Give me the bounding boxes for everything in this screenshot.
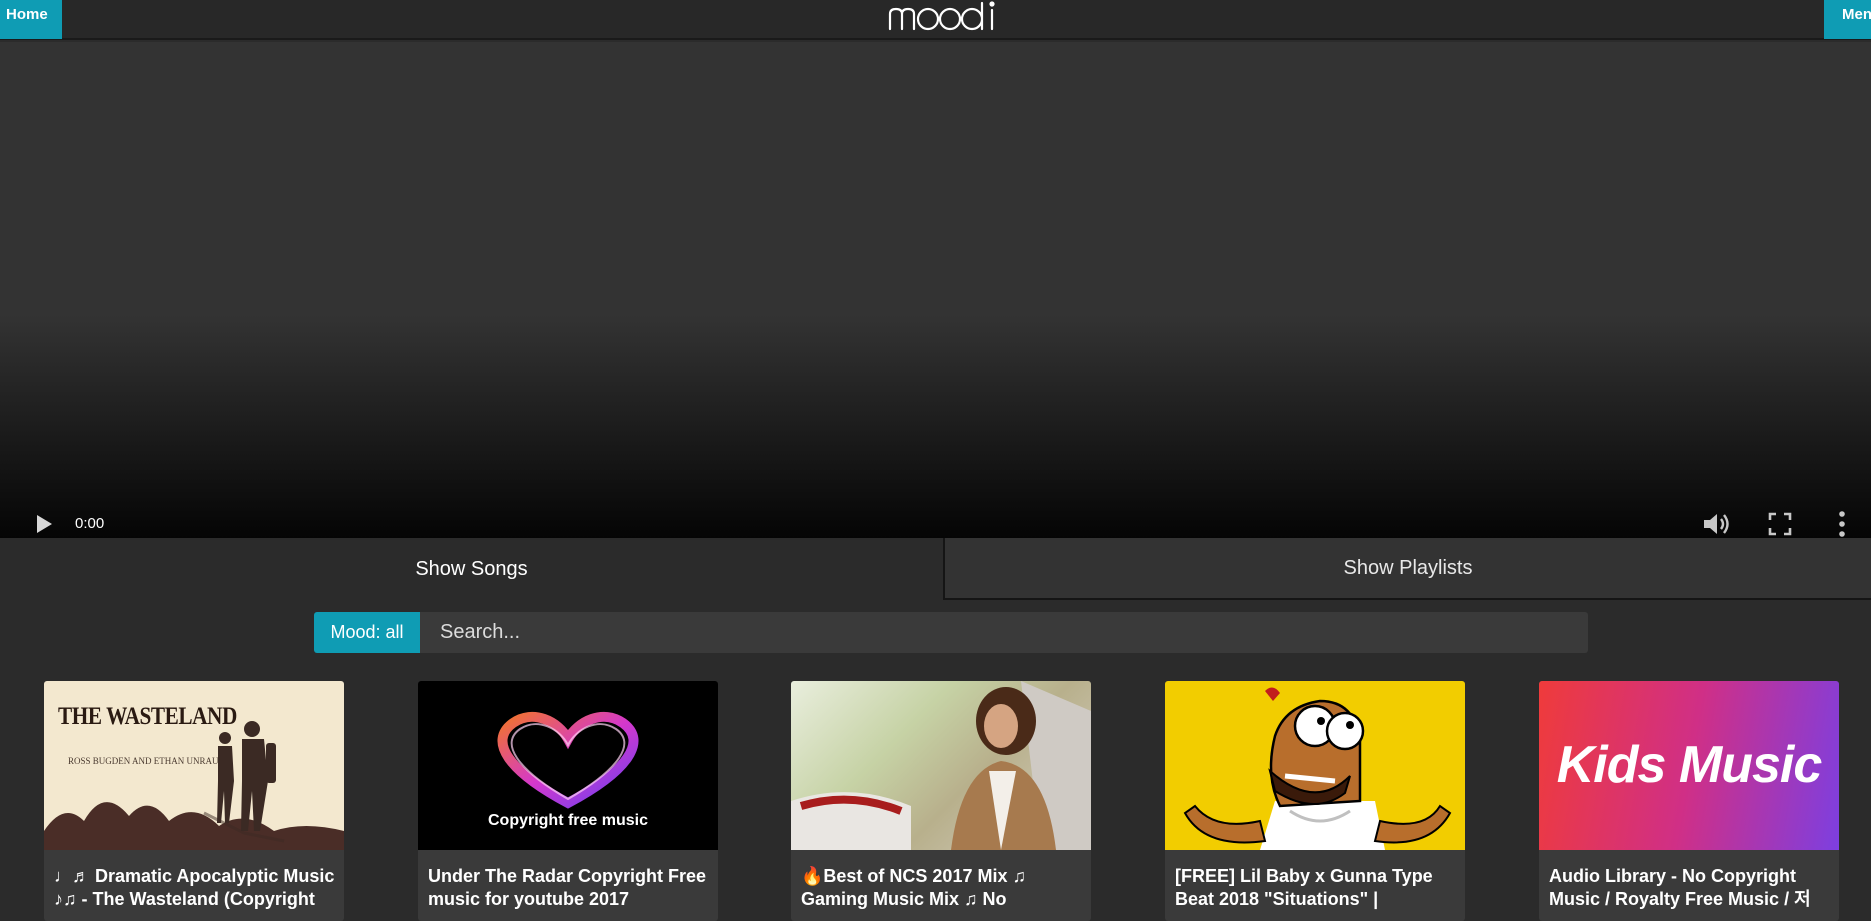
song-title[interactable]: Under The Radar Copyright Free music for… (428, 865, 713, 911)
song-title[interactable]: Audio Library - No Copyright Music / Roy… (1549, 865, 1834, 911)
tab-show-playlists[interactable]: Show Playlists (943, 538, 1871, 600)
video-time: 0:00 (75, 515, 105, 532)
view-tabs: Show Songs Show Playlists (0, 538, 1871, 600)
cartoon-artwork (1183, 687, 1452, 850)
wasteland-artwork (44, 721, 344, 850)
top-bar: Home Menu (0, 0, 1871, 40)
photo-artwork (791, 681, 1091, 850)
play-icon[interactable] (34, 513, 54, 535)
song-title[interactable]: 🔥Best of NCS 2017 Mix ♫ Gaming Music Mix… (801, 865, 1086, 911)
home-button[interactable]: Home (0, 0, 62, 39)
song-thumbnail: Copyright free music (418, 681, 718, 850)
song-title[interactable]: ♩♬ Dramatic Apocalyptic Music ♪♫ - The W… (54, 865, 339, 911)
thumbnail-caption: Copyright free music (487, 812, 649, 829)
song-thumbnail: THE WASTELAND ROSS BUGDEN AND ETHAN UNRA… (44, 681, 344, 850)
search-input[interactable] (420, 612, 1588, 653)
more-options-icon[interactable] (1838, 510, 1846, 538)
song-card[interactable]: Copyright free music Under The Radar Cop… (418, 681, 718, 921)
song-thumbnail (1165, 681, 1465, 850)
menu-button[interactable]: Menu (1824, 0, 1871, 39)
song-card[interactable]: 🔥Best of NCS 2017 Mix ♫ Gaming Music Mix… (791, 681, 1091, 921)
song-title[interactable]: [FREE] Lil Baby x Gunna Type Beat 2018 "… (1175, 865, 1460, 911)
song-card[interactable]: THE WASTELAND ROSS BUGDEN AND ETHAN UNRA… (44, 681, 344, 921)
song-thumbnail: Kids Music (1539, 681, 1839, 850)
fullscreen-icon[interactable] (1768, 512, 1792, 536)
tab-show-songs[interactable]: Show Songs (0, 538, 943, 600)
song-card[interactable]: [FREE] Lil Baby x Gunna Type Beat 2018 "… (1165, 681, 1465, 921)
mood-filter-button[interactable]: Mood: all (314, 612, 420, 653)
song-card[interactable]: Kids Music Audio Library - No Copyright … (1539, 681, 1839, 921)
volume-icon[interactable] (1701, 510, 1731, 538)
song-thumbnail (791, 681, 1091, 850)
video-player[interactable]: 0:00 (0, 42, 1871, 559)
thumbnail-caption: Kids Music (1556, 736, 1823, 794)
moodi-logo[interactable] (886, 0, 1000, 32)
